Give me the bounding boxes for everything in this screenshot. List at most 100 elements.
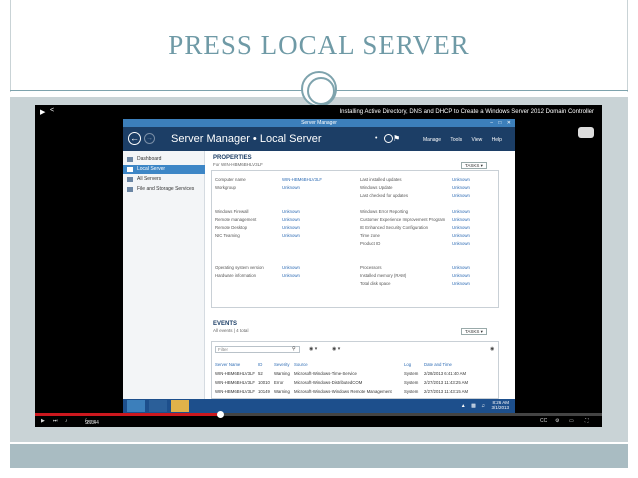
- theater-icon[interactable]: ▭: [569, 418, 574, 424]
- property-value-link[interactable]: Unknown: [282, 265, 300, 270]
- property-label: Operating system version: [215, 265, 264, 270]
- menu-manage[interactable]: Manage: [423, 137, 441, 143]
- events-table-cell[interactable]: WIN-HBM6BHLV3LF: [215, 389, 255, 394]
- sidebar-item-label: Local Server: [137, 166, 166, 172]
- sidebar-item-label: Dashboard: [137, 156, 162, 162]
- property-value-link[interactable]: Unknown: [452, 241, 470, 246]
- property-value-link[interactable]: Unknown: [452, 265, 470, 270]
- sidebar-item-file-storage[interactable]: File and Storage Services: [123, 185, 205, 194]
- property-label: Last installed updates: [360, 177, 402, 182]
- cc-icon[interactable]: CC: [540, 418, 547, 424]
- property-value-link[interactable]: Unknown: [452, 177, 470, 182]
- events-tasks-button[interactable]: TASKS ▾: [461, 328, 487, 335]
- property-value-link[interactable]: Unknown: [282, 217, 300, 222]
- events-table-cell[interactable]: Warning: [274, 371, 290, 376]
- sidebar-item-all-servers[interactable]: All Servers: [123, 175, 205, 184]
- next-icon[interactable]: ⏭: [53, 418, 58, 424]
- powershell-taskbar-icon[interactable]: [149, 400, 167, 412]
- events-table-cell[interactable]: 10010: [258, 380, 270, 385]
- video-player[interactable]: ▶ < Installing Active Directory, DNS and…: [35, 105, 602, 427]
- server-manager-taskbar-icon[interactable]: [127, 400, 145, 412]
- property-value-link[interactable]: Unknown: [452, 225, 470, 230]
- events-column-header[interactable]: Server Name: [215, 362, 240, 367]
- events-table-cell[interactable]: System: [404, 371, 418, 376]
- window-title-bar: Server Manager – □ ✕: [123, 119, 515, 127]
- events-table-cell[interactable]: 2/28/2013 6:41:40 AM: [424, 371, 466, 376]
- sidebar-item-label: File and Storage Services: [137, 186, 195, 192]
- filter-options-icon[interactable]: ◉ ▾: [309, 346, 317, 352]
- property-value-link[interactable]: Unknown: [452, 281, 470, 286]
- sm-header: ← → Server Manager • Local Server • ⚑ Ma…: [123, 127, 515, 151]
- property-value-link[interactable]: Unknown: [452, 217, 470, 222]
- property-value-link[interactable]: Unknown: [452, 209, 470, 214]
- events-column-header[interactable]: Severity: [274, 362, 290, 367]
- taskbar: ▲ ▩ ♫ 8:26 AM 3/1/2013: [123, 399, 515, 413]
- share-icon[interactable]: <: [50, 107, 54, 114]
- property-label: Customer Experience Improvement Program: [360, 217, 446, 222]
- events-column-header[interactable]: Date and Time: [424, 362, 452, 367]
- property-value-link[interactable]: Unknown: [452, 233, 470, 238]
- property-value-link[interactable]: Unknown: [452, 185, 470, 190]
- events-table-cell[interactable]: Microsoft-Windows-Time-Service: [294, 371, 357, 376]
- forward-arrow-icon[interactable]: →: [144, 133, 155, 144]
- footer-band: [10, 444, 628, 468]
- explorer-taskbar-icon[interactable]: [171, 400, 189, 412]
- query-options-icon[interactable]: ◉ ▾: [332, 346, 340, 352]
- property-label: Product ID: [360, 241, 381, 246]
- system-tray-icons[interactable]: ▲ ▩ ♫: [461, 403, 487, 409]
- property-value-link[interactable]: Unknown: [282, 273, 300, 278]
- property-value-link[interactable]: Unknown: [282, 233, 300, 238]
- events-table-cell[interactable]: Warning: [274, 389, 290, 394]
- menu-help[interactable]: Help: [492, 137, 502, 143]
- video-title[interactable]: Installing Active Directory, DNS and DHC…: [339, 109, 594, 115]
- events-table-cell[interactable]: Error: [274, 380, 284, 385]
- settings-icon[interactable]: ⚙: [555, 418, 559, 424]
- player-controls: ▶ ⏭ ♪ 9:03 / 27:44 CC ⚙ ▭ ⛶: [35, 416, 602, 427]
- events-table-cell[interactable]: 52: [258, 371, 263, 376]
- property-label: NIC Teaming: [215, 233, 240, 238]
- main-content: PROPERTIES For WIN-HBM6BHLV3LF TASKS ▾ C…: [211, 155, 506, 399]
- events-table-cell[interactable]: 2/27/2013 11:43:25 AM: [424, 380, 468, 385]
- property-value-link[interactable]: Unknown: [282, 225, 300, 230]
- expand-icon[interactable]: ◉: [490, 346, 494, 352]
- fullscreen-icon[interactable]: ⛶: [585, 418, 589, 424]
- events-table-cell[interactable]: System: [404, 380, 418, 385]
- refresh-icon[interactable]: •: [375, 135, 377, 142]
- sidebar-item-dashboard[interactable]: Dashboard: [123, 155, 205, 164]
- events-title: EVENTS: [213, 321, 238, 327]
- events-table-cell[interactable]: WIN-HBM6BHLV3LF: [215, 371, 255, 376]
- search-icon[interactable]: ⚲: [292, 346, 296, 352]
- player-top-bar: ▶ < Installing Active Directory, DNS and…: [35, 105, 602, 119]
- menu-view[interactable]: View: [471, 137, 482, 143]
- events-column-header[interactable]: ID: [258, 362, 262, 367]
- events-table-cell[interactable]: Microsoft-Windows-DistributedCOM: [294, 380, 362, 385]
- play-icon[interactable]: ▶: [41, 418, 45, 424]
- menu-tools[interactable]: Tools: [450, 137, 462, 143]
- properties-tasks-button[interactable]: TASKS ▾: [461, 162, 487, 169]
- taskbar-clock[interactable]: 8:26 AM 3/1/2013: [491, 400, 509, 410]
- window-controls[interactable]: – □ ✕: [490, 119, 513, 127]
- filter-input[interactable]: Filter: [215, 346, 300, 353]
- property-label: Last checked for updates: [360, 193, 409, 198]
- events-table-cell[interactable]: Microsoft-Windows-Windows Remote Managem…: [294, 389, 392, 394]
- flag-icon[interactable]: ⚑: [393, 134, 400, 143]
- events-table-cell[interactable]: WIN-HBM6BHLV3LF: [215, 380, 255, 385]
- sidebar-item-local-server[interactable]: Local Server: [123, 165, 205, 174]
- property-value-link[interactable]: Unknown: [452, 193, 470, 198]
- play-icon[interactable]: ▶: [40, 108, 45, 116]
- volume-icon[interactable]: ♪: [65, 418, 68, 424]
- property-value-link[interactable]: Unknown: [452, 273, 470, 278]
- channel-logo-icon[interactable]: [578, 127, 594, 138]
- property-value-link[interactable]: WIN-HBM6BHLV3LF: [282, 177, 322, 182]
- events-table-cell[interactable]: 10149: [258, 389, 270, 394]
- events-column-header[interactable]: Log: [404, 362, 411, 367]
- events-table-cell[interactable]: System: [404, 389, 418, 394]
- property-value-link[interactable]: Unknown: [282, 209, 300, 214]
- events-table-cell[interactable]: 2/27/2013 11:43:15 AM: [424, 389, 468, 394]
- tasks-label: TASKS: [465, 329, 480, 334]
- property-value-link[interactable]: Unknown: [282, 185, 300, 190]
- notifications-icon[interactable]: [384, 134, 393, 143]
- back-arrow-icon[interactable]: ←: [128, 132, 141, 145]
- time-total: 27:44: [86, 420, 99, 426]
- events-column-header[interactable]: Source: [294, 362, 308, 367]
